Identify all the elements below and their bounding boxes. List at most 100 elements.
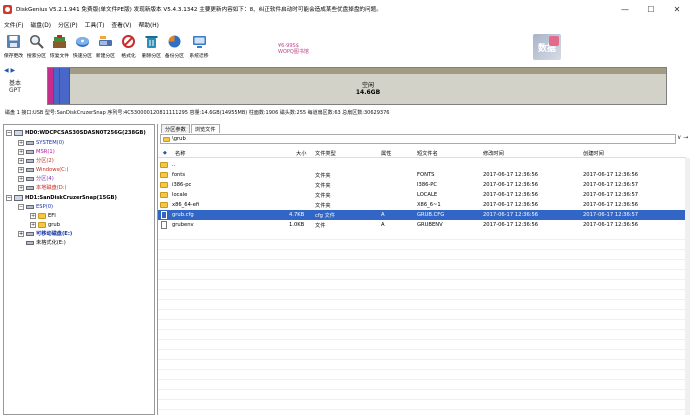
expander[interactable]: + xyxy=(18,230,24,237)
file-name: .. xyxy=(172,162,176,168)
partition-segment-3[interactable] xyxy=(60,68,70,104)
file-type: 文件夹 xyxy=(315,193,331,199)
file-row-parent[interactable]: .. xyxy=(158,160,686,170)
file-row-i386-pc[interactable]: i386-pc 文件夹 I386-PC 2017-06-17 12:36:56 … xyxy=(158,180,686,190)
menu-view[interactable]: 查看(V) xyxy=(111,20,131,29)
empty-row xyxy=(158,290,686,300)
disk-nav-arrows[interactable]: ◀ ▶ xyxy=(4,67,15,74)
save-changes-button[interactable]: 保存更改 xyxy=(2,31,25,62)
expander[interactable]: + xyxy=(18,175,24,182)
delete-partition-button[interactable]: 删除分区 xyxy=(140,31,163,62)
expander[interactable]: − xyxy=(6,129,12,136)
partition-icon xyxy=(26,149,34,154)
tab-partition-params[interactable]: 分区参数 xyxy=(161,124,190,133)
menu-help[interactable]: 帮助(H) xyxy=(138,20,158,29)
backup-partition-button[interactable]: 备份分区 xyxy=(163,31,186,62)
menu-file[interactable]: 文件(F) xyxy=(4,20,23,29)
file-row-grub-cfg[interactable]: grub.cfg 4.7KB cfg 文件 A GRUB.CFG 2017-06… xyxy=(158,210,686,220)
partition-icon xyxy=(26,158,34,163)
delete-partition-icon xyxy=(143,33,160,50)
file-row-x86-64-efi[interactable]: x86_64-efi 文件夹 X86_6~1 2017-06-17 12:36:… xyxy=(158,200,686,210)
path-bar[interactable]: \grub xyxy=(160,134,676,144)
tree-label: MSR(1) xyxy=(36,148,55,155)
tool-label: 新建分区 xyxy=(95,54,116,59)
close-button[interactable]: ✕ xyxy=(664,0,690,18)
file-modified: 2017-06-17 12:36:56 xyxy=(483,202,539,208)
tree-partition-esp[interactable]: − ESP(0) xyxy=(18,202,53,211)
expander[interactable]: + xyxy=(18,148,24,155)
maximize-button[interactable]: ☐ xyxy=(638,0,664,18)
expander[interactable]: − xyxy=(6,194,12,201)
tree-folder-efi[interactable]: + EFI xyxy=(30,211,56,220)
tree-partition-windows[interactable]: + Windows(C:) xyxy=(18,165,69,174)
tree-partition-2[interactable]: + 分区(2) xyxy=(18,156,54,165)
folder-icon xyxy=(163,136,170,142)
file-short-name: I386-PC xyxy=(417,182,438,188)
tree-disk-hd1[interactable]: − HD1:SanDiskCruzerSnap(15GB) xyxy=(6,193,117,202)
expander[interactable]: + xyxy=(30,221,36,228)
expander[interactable]: + xyxy=(18,184,24,191)
expander[interactable]: − xyxy=(18,203,24,210)
tree-partition-system[interactable]: + SYSTEM(0) xyxy=(18,138,64,147)
tool-label: 恢复文件 xyxy=(49,54,70,59)
update-notice[interactable]: 发现新版本 V5.4.3.1342 主要更新内容如下：8、纠正软件启动时可能会造… xyxy=(134,7,382,13)
tree-partition-4[interactable]: + 分区(4) xyxy=(18,174,54,183)
expander[interactable]: + xyxy=(18,166,24,173)
tree-disk-hd0[interactable]: − HD0:WDCPCSAS30SDASN0T256G(238GB) xyxy=(6,128,146,137)
minimize-button[interactable]: — xyxy=(612,0,638,18)
tree-partition-unformatted[interactable]: 未格式化(E:) xyxy=(26,238,66,247)
vertical-scrollbar[interactable] xyxy=(685,158,690,415)
tree-label: Windows(C:) xyxy=(36,166,69,173)
new-partition-button[interactable]: 新建分区 xyxy=(94,31,117,62)
tab-browse-files[interactable]: 浏览文件 xyxy=(190,124,220,133)
col-modified[interactable]: 修改时间 xyxy=(483,150,504,157)
empty-row xyxy=(158,380,686,390)
promo-line-2: WOPQ图书馆 xyxy=(278,49,309,55)
col-type[interactable]: 文件类型 xyxy=(315,150,336,157)
empty-row xyxy=(158,310,686,320)
menu-disk[interactable]: 磁盘(D) xyxy=(30,20,51,29)
path-text: \grub xyxy=(172,136,186,142)
expander[interactable]: + xyxy=(18,139,24,146)
file-size: 4.7KB xyxy=(289,212,305,218)
format-button[interactable]: 格式化 xyxy=(117,31,140,62)
file-row-grubenv[interactable]: grubenv 1.0KB 文件 A GRUBENV 2017-06-17 12… xyxy=(158,220,686,230)
menu-partition[interactable]: 分区(P) xyxy=(58,20,78,29)
tree-partition-removable-e[interactable]: + 可移动磁盘(E:) xyxy=(18,229,72,238)
file-attr: A xyxy=(381,212,385,218)
format-icon xyxy=(120,33,137,50)
expander[interactable]: + xyxy=(18,157,24,164)
file-row-fonts[interactable]: fonts 文件夹 FONTS 2017-06-17 12:36:56 2017… xyxy=(158,170,686,180)
menu-tools[interactable]: 工具(T) xyxy=(85,20,105,29)
tree-label: SYSTEM(0) xyxy=(36,139,65,146)
col-short-name[interactable]: 短文件名 xyxy=(417,150,438,157)
col-size[interactable]: 大小 xyxy=(296,150,306,157)
file-name: grubenv xyxy=(172,222,194,228)
system-migrate-button[interactable]: 系统迁移 xyxy=(186,31,212,62)
toolbar: 保存更改 搜索分区 恢复文件 快速分区 新建分区 格式化 删除分区 备份分区 系… xyxy=(0,31,690,62)
tree-folder-grub[interactable]: + grub xyxy=(30,220,60,229)
tree-label: 未格式化(E:) xyxy=(36,240,66,246)
file-row-locale[interactable]: locale 文件夹 LOCALE 2017-06-17 12:36:56 20… xyxy=(158,190,686,200)
file-name: fonts xyxy=(172,172,186,178)
quick-partition-button[interactable]: 快速分区 xyxy=(71,31,94,62)
file-short-name: X86_6~1 xyxy=(417,202,441,208)
col-created[interactable]: 创建时间 xyxy=(583,150,604,157)
tree-partition-local-d[interactable]: + 本地磁盘(D:) xyxy=(18,183,67,192)
folder-icon xyxy=(160,162,168,168)
file-type: cfg 文件 xyxy=(315,213,335,219)
recover-files-button[interactable]: 恢复文件 xyxy=(48,31,71,62)
tree-partition-msr[interactable]: + MSR(1) xyxy=(18,147,55,156)
col-attr[interactable]: 属性 xyxy=(381,150,391,157)
expander[interactable]: + xyxy=(30,212,36,219)
search-partition-button[interactable]: 搜索分区 xyxy=(25,31,48,62)
empty-row xyxy=(158,280,686,290)
file-short-name: GRUBENV xyxy=(417,222,443,228)
file-icon xyxy=(161,211,167,219)
file-name: grub.cfg xyxy=(172,212,194,218)
col-name[interactable]: 名称 xyxy=(175,150,185,157)
promo-text[interactable]: ¥6-99S$ WOPQ图书馆 xyxy=(278,43,309,55)
disk-map: ◀ ▶ 基本 GPT 空闲 14.6GB xyxy=(0,63,690,107)
free-label-text: 空闲 xyxy=(361,82,374,89)
path-nav-buttons[interactable]: ∨ → xyxy=(677,134,688,141)
